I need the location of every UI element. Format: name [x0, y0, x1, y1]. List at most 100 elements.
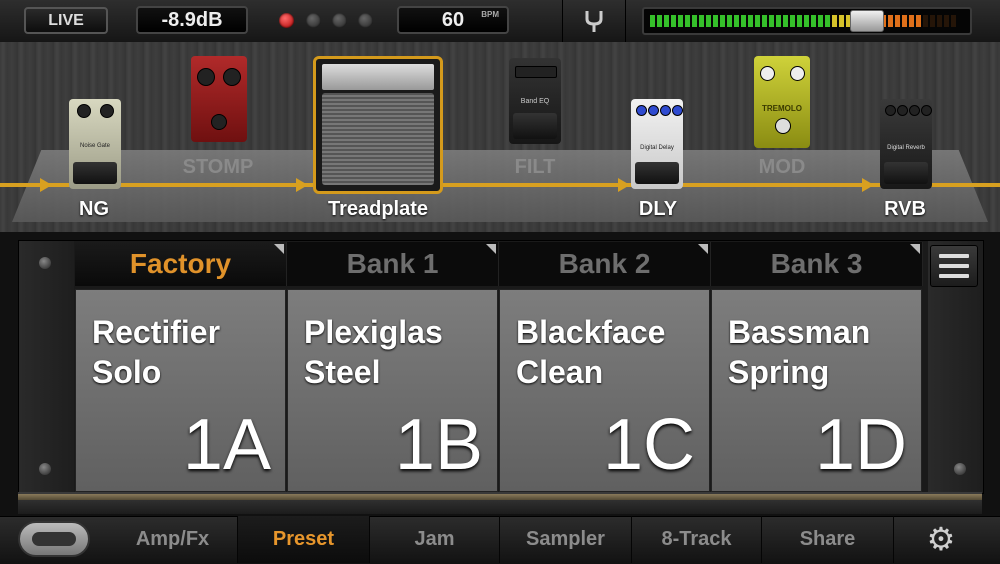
preset-name: Bassman Spring [728, 314, 871, 390]
screw-icon [954, 463, 966, 475]
tempo-value: 60 [441, 8, 465, 31]
slot-label-amp[interactable]: Treadplate [302, 198, 454, 221]
tab-factory[interactable]: Factory [75, 242, 287, 286]
signal-arrow [40, 178, 52, 192]
meter-segment [783, 15, 788, 27]
tempo-unit: BPM [481, 10, 499, 19]
screw-icon [39, 257, 51, 269]
meter-segment [923, 15, 928, 27]
output-volume-slider[interactable] [850, 10, 884, 32]
nav-share[interactable]: Share [762, 516, 894, 563]
preset-name: Rectifier Solo [92, 314, 221, 390]
reverb-pedal[interactable]: Digital Reverb [880, 99, 932, 189]
gear-icon[interactable]: ⚙ [924, 522, 958, 556]
preset-number: 1C [602, 405, 695, 485]
meter-segment [951, 15, 956, 27]
knob-icon [660, 105, 671, 116]
filter-eq-pedal[interactable]: Band EQ [509, 58, 561, 144]
knob-icon [909, 105, 920, 116]
slot-label-stomp[interactable]: STOMP [170, 156, 266, 179]
noise-gate-pedal[interactable]: Noise Gate [69, 99, 121, 189]
record-indicator [279, 13, 294, 28]
left-side-plate [19, 241, 74, 493]
nav-jam[interactable]: Jam [370, 516, 500, 563]
tab-label: Bank 3 [770, 248, 863, 279]
meter-segment [769, 15, 774, 27]
meter-segment [699, 15, 704, 27]
tempo-display[interactable]: 60 BPM [397, 6, 509, 34]
knob-icon [897, 105, 908, 116]
meter-segment [657, 15, 662, 27]
meter-segment [930, 15, 935, 27]
slot-label-ng[interactable]: NG [58, 198, 130, 221]
pedal-text: Digital Delay [640, 145, 674, 151]
pedal-text: Noise Gate [79, 143, 110, 149]
knob-icon [77, 104, 91, 118]
preset-number: 1B [394, 405, 483, 485]
knob-icon [100, 104, 114, 118]
meter-segment [804, 15, 809, 27]
footswitch-icon[interactable] [18, 521, 90, 557]
preset-tile-1c[interactable]: Blackface Clean 1C [499, 289, 710, 492]
slot-label-dly[interactable]: DLY [620, 198, 696, 221]
nav-sampler[interactable]: Sampler [500, 516, 632, 563]
preset-number: 1D [814, 405, 907, 485]
meter-segment [685, 15, 690, 27]
amp-cabinet [322, 93, 434, 185]
meter-segment [776, 15, 781, 27]
preset-number: 1A [182, 405, 271, 485]
meter-segment [839, 15, 844, 27]
slot-label-rvb[interactable]: RVB [866, 198, 944, 221]
menu-icon[interactable] [930, 245, 978, 287]
nav-8-track[interactable]: 8-Track [632, 516, 762, 563]
preset-name: Blackface Clean [516, 314, 666, 390]
knob-icon [648, 105, 659, 116]
tab-label: Factory [129, 248, 232, 279]
slot-label-filt[interactable]: FILT [495, 156, 575, 179]
modulation-tremolo-pedal[interactable]: TREMOLO [754, 56, 810, 148]
beat-indicator-2 [306, 13, 321, 28]
input-level-display[interactable]: -8.9dB [136, 6, 248, 34]
footswitch [635, 162, 679, 184]
rail-trim [18, 494, 982, 500]
tuning-fork-icon[interactable] [562, 0, 626, 42]
nav-amp-fx[interactable]: Amp/Fx [108, 516, 238, 563]
meter-segment [832, 15, 837, 27]
meter-segment [755, 15, 760, 27]
tab-bank-2[interactable]: Bank 2 [499, 242, 711, 286]
footswitch [73, 162, 117, 184]
meter-segment [811, 15, 816, 27]
meter-segment [762, 15, 767, 27]
meter-segment [895, 15, 900, 27]
amp-head [322, 64, 434, 90]
preset-name: Plexiglas Steel [304, 314, 443, 390]
meter-segment [825, 15, 830, 27]
tab-bank-1[interactable]: Bank 1 [287, 242, 499, 286]
meter-segment [713, 15, 718, 27]
live-button[interactable]: LIVE [24, 7, 108, 34]
meter-segment [720, 15, 725, 27]
tab-bank-3[interactable]: Bank 3 [711, 242, 923, 286]
nav-preset[interactable]: Preset [238, 516, 370, 563]
footswitch [513, 113, 557, 139]
preset-tile-1a[interactable]: Rectifier Solo 1A [75, 289, 286, 492]
signal-arrow [296, 178, 308, 192]
meter-segment [797, 15, 802, 27]
meter-segment [818, 15, 823, 27]
knob-icon [636, 105, 647, 116]
meter-segment [937, 15, 942, 27]
screw-icon [39, 463, 51, 475]
preset-tile-1d[interactable]: Bassman Spring 1D [711, 289, 922, 492]
slot-label-mod[interactable]: MOD [740, 156, 824, 179]
amp-treadplate[interactable] [313, 56, 443, 194]
pedal-text: Band EQ [520, 98, 550, 105]
tab-label: Bank 1 [346, 248, 439, 279]
delay-pedal[interactable]: Digital Delay [631, 99, 683, 189]
meter-segment [748, 15, 753, 27]
corner-indicator-icon [486, 244, 496, 254]
output-level-meter[interactable] [642, 7, 972, 35]
stomp-pedal[interactable] [191, 56, 247, 142]
pedal-text: Digital Reverb [887, 145, 925, 151]
corner-indicator-icon [274, 244, 284, 254]
preset-tile-1b[interactable]: Plexiglas Steel 1B [287, 289, 498, 492]
